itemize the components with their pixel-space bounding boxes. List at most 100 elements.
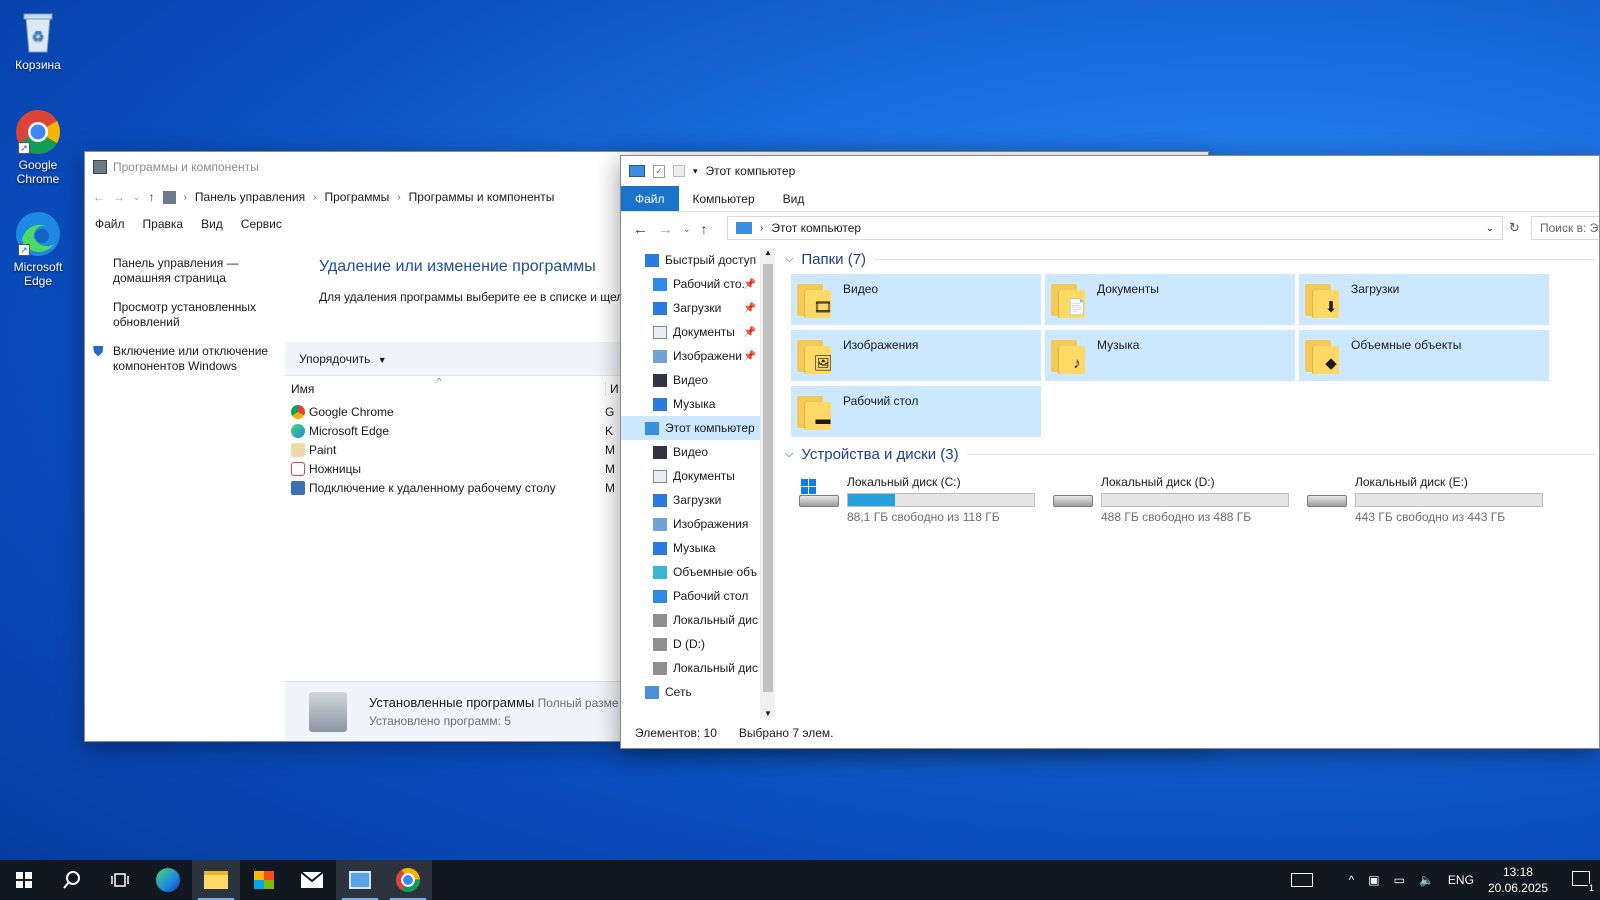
search-button[interactable] xyxy=(48,860,96,900)
nav-item[interactable]: D (D:) xyxy=(621,632,760,656)
clock[interactable]: 13:18 20.06.2025 xyxy=(1488,864,1548,896)
search-input[interactable]: Поиск в: Эт xyxy=(1531,216,1599,240)
list-item[interactable]: Ножницы M xyxy=(291,459,615,478)
nav-item[interactable]: Сеть xyxy=(621,680,760,704)
column-name-header[interactable]: Имя xyxy=(291,382,314,396)
menu-edit[interactable]: Правка xyxy=(143,217,184,231)
nav-item[interactable]: Рабочий сто. 📌 xyxy=(621,272,760,296)
nav-item[interactable]: Изображения xyxy=(621,512,760,536)
drive-item[interactable]: Локальный диск (C:) 88,1 ГБ свободно из 1… xyxy=(791,471,1041,525)
start-button[interactable] xyxy=(0,860,48,900)
nav-item[interactable]: Быстрый доступ xyxy=(621,248,760,272)
drive-usage-bar xyxy=(1101,493,1289,507)
taskbar-chrome[interactable] xyxy=(384,860,432,900)
new-folder-icon[interactable] xyxy=(673,165,685,177)
scrollbar[interactable]: ▲ ▼ xyxy=(761,248,775,718)
taskbar-mail[interactable] xyxy=(288,860,336,900)
nav-item[interactable]: Рабочий стол xyxy=(621,584,760,608)
menu-view[interactable]: Вид xyxy=(201,217,223,231)
nav-item[interactable]: Видео xyxy=(621,440,760,464)
folder-tile[interactable]: 🖼 Изображения xyxy=(791,330,1041,381)
link-view-updates[interactable]: Просмотр установленных обновлений xyxy=(113,300,285,330)
nav-item[interactable]: Видео xyxy=(621,368,760,392)
taskbar-store[interactable] xyxy=(240,860,288,900)
breadcrumb-item[interactable]: Программы и компоненты xyxy=(409,190,555,204)
drive-icon xyxy=(653,637,667,651)
nav-item[interactable]: Локальный дис xyxy=(621,656,760,680)
meet-now-icon[interactable]: ▣ xyxy=(1368,873,1379,887)
scrollbar-thumb[interactable] xyxy=(763,264,773,692)
nav-item[interactable]: Загрузки 📌 xyxy=(621,296,760,320)
nav-item[interactable]: Объемные объ xyxy=(621,560,760,584)
drive-item[interactable]: Локальный диск (D:) 488 ГБ свободно из 48… xyxy=(1045,471,1295,525)
nav-item[interactable]: Документы 📌 xyxy=(621,320,760,344)
nav-item[interactable]: Изображени 📌 xyxy=(621,344,760,368)
keyboard-icon[interactable] xyxy=(1290,873,1313,887)
breadcrumb-item[interactable]: Программы xyxy=(324,190,389,204)
cube-icon xyxy=(653,565,667,579)
up-arrow-icon[interactable]: ↑ xyxy=(149,190,155,204)
folder-tile[interactable]: ◆ Объемные объекты xyxy=(1299,330,1549,381)
address-bar[interactable]: › Этот компьютер ⌄ xyxy=(727,216,1503,240)
language-indicator[interactable]: ENG xyxy=(1448,873,1474,887)
scroll-down-icon[interactable]: ▼ xyxy=(764,709,772,718)
link-control-panel-home[interactable]: Панель управления — домашняя страница xyxy=(113,256,285,286)
folder-tile[interactable]: ⬇ Загрузки xyxy=(1299,274,1549,325)
column-publisher-header[interactable]: И xyxy=(605,382,619,396)
tab-view[interactable]: Вид xyxy=(769,186,819,211)
nav-item[interactable]: Загрузки xyxy=(621,488,760,512)
scroll-up-icon[interactable]: ▲ xyxy=(764,248,772,257)
up-arrow-icon[interactable]: ↑ xyxy=(701,221,708,237)
folder-tile[interactable]: 📄 Документы xyxy=(1045,274,1295,325)
nav-item[interactable]: Локальный дис xyxy=(621,608,760,632)
forward-arrow-icon[interactable]: → xyxy=(113,190,125,204)
folder-icon: ⬇ xyxy=(1305,282,1343,318)
computer-icon xyxy=(645,421,659,435)
taskbar-control-panel[interactable] xyxy=(336,860,384,900)
nav-item[interactable]: Документы xyxy=(621,464,760,488)
refresh-icon[interactable]: ↻ xyxy=(1509,220,1520,236)
link-windows-features[interactable]: ⛊ Включение или отключение компонентов W… xyxy=(93,344,285,374)
nav-item[interactable]: Музыка xyxy=(621,536,760,560)
back-arrow-icon[interactable]: ← xyxy=(93,190,105,204)
back-arrow-icon[interactable]: ← xyxy=(633,221,648,238)
drive-item[interactable]: Локальный диск (E:) 443 ГБ свободно из 44… xyxy=(1299,471,1549,525)
folder-tile[interactable]: ▬ Рабочий стол xyxy=(791,386,1041,437)
chevron-down-icon[interactable]: ▾ xyxy=(693,166,698,177)
nav-item[interactable]: Музыка xyxy=(621,392,760,416)
folder-badge-icon: 📄 xyxy=(1067,299,1087,316)
desktop-icon-recycle-bin[interactable]: ♻ Корзина xyxy=(6,8,70,72)
organize-button[interactable]: Упорядочить ▼ xyxy=(299,352,387,366)
forward-arrow-icon[interactable]: → xyxy=(658,221,673,238)
list-item[interactable]: Microsoft Edge K xyxy=(291,421,613,440)
explorer-titlebar[interactable]: ✓ ▾ Этот компьютер xyxy=(621,156,1599,186)
chevron-down-icon[interactable]: ⌄ xyxy=(683,224,691,235)
taskbar-file-explorer[interactable] xyxy=(192,860,240,900)
network-icon[interactable]: ▭ xyxy=(1394,873,1405,887)
explorer-window[interactable]: ✓ ▾ Этот компьютер Файл Компьютер Вид ← … xyxy=(620,155,1600,749)
chevron-down-icon[interactable]: ⌄ xyxy=(133,192,141,203)
menu-file[interactable]: Файл xyxy=(95,217,125,231)
list-item[interactable]: Paint M xyxy=(291,440,615,459)
folders-group-header[interactable]: ⌵ Папки (7) xyxy=(777,248,1599,270)
devices-group-header[interactable]: ⌵ Устройства и диски (3) xyxy=(777,443,1599,465)
chevron-down-icon[interactable]: ⌄ xyxy=(1486,223,1494,234)
volume-icon[interactable]: 🔈 xyxy=(1419,873,1434,887)
menu-tools[interactable]: Сервис xyxy=(241,217,282,231)
list-item[interactable]: Подключение к удаленному рабочему столу M xyxy=(291,478,615,497)
tab-computer[interactable]: Компьютер xyxy=(679,186,769,211)
list-item[interactable]: Google Chrome G xyxy=(291,402,614,421)
notifications-button[interactable]: 1 xyxy=(1572,871,1596,893)
nav-item[interactable]: Этот компьютер xyxy=(621,416,760,440)
desktop-icon-chrome[interactable]: ↗ Google Chrome xyxy=(6,108,70,186)
breadcrumb-item[interactable]: Панель управления xyxy=(195,190,305,204)
taskbar-edge[interactable] xyxy=(144,860,192,900)
folder-tile[interactable]: 🎞 Видео xyxy=(791,274,1041,325)
desktop-icon-edge[interactable]: ↗ Microsoft Edge xyxy=(6,210,70,288)
folder-icon: ◆ xyxy=(1305,338,1343,374)
folder-tile[interactable]: ♪ Музыка xyxy=(1045,330,1295,381)
chevron-up-icon[interactable]: ^ xyxy=(1349,873,1355,887)
tab-file[interactable]: Файл xyxy=(621,186,679,211)
properties-icon[interactable]: ✓ xyxy=(653,164,665,178)
task-view-button[interactable] xyxy=(96,860,144,900)
